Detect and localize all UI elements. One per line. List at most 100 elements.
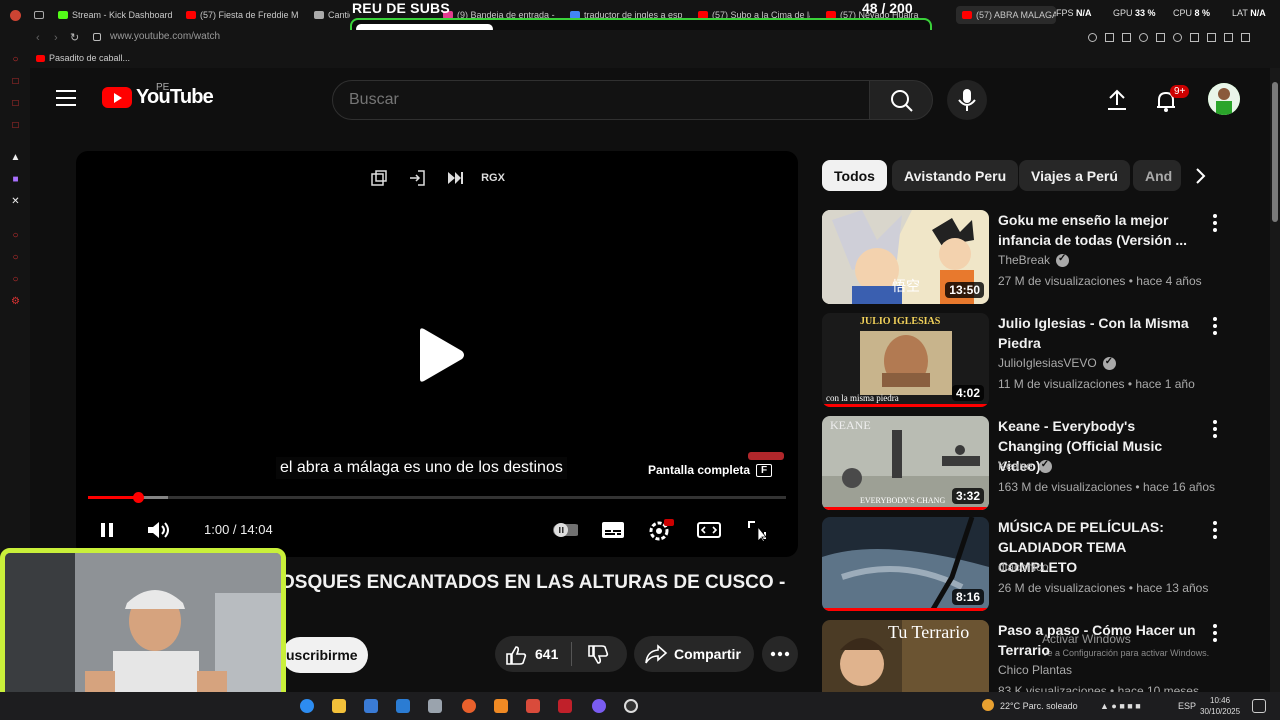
like-button[interactable] bbox=[505, 644, 527, 669]
avatar[interactable] bbox=[1208, 83, 1240, 115]
upload-button[interactable] bbox=[1104, 87, 1130, 113]
recommendation-item[interactable]: 8:16 MÚSICA DE PELÍCULAS: GLADIADOR TEMA… bbox=[822, 517, 1232, 613]
theater-mode-button[interactable] bbox=[696, 517, 722, 543]
pin-icon[interactable] bbox=[1105, 33, 1114, 42]
opera-icon[interactable] bbox=[558, 699, 572, 713]
recommendation-thumbnail[interactable]: KEANE EVERYBODY'S CHANG 3:32 bbox=[822, 416, 989, 510]
forward-icon[interactable]: › bbox=[54, 32, 58, 44]
chip-and[interactable]: And bbox=[1133, 160, 1181, 191]
settings-icon[interactable] bbox=[1241, 33, 1250, 42]
more-vert-icon[interactable] bbox=[1212, 521, 1218, 539]
play-icon[interactable] bbox=[1139, 33, 1148, 42]
wallet-icon[interactable] bbox=[1207, 33, 1216, 42]
recommendation-channel[interactable]: JulioIglesiasVEVO bbox=[998, 356, 1116, 370]
send-icon[interactable] bbox=[1156, 33, 1165, 42]
history-icon[interactable]: ○ bbox=[10, 252, 21, 263]
chip-avistando-peru[interactable]: Avistando Peru bbox=[892, 160, 1019, 191]
more-vert-icon[interactable] bbox=[1212, 317, 1218, 335]
recommendation-thumbnail[interactable]: Tu Terrario bbox=[822, 620, 989, 692]
enter-icon[interactable] bbox=[404, 165, 430, 191]
browser-menu-icon[interactable] bbox=[10, 7, 21, 23]
more-actions-button[interactable] bbox=[762, 636, 798, 672]
voice-search-button[interactable] bbox=[947, 80, 987, 120]
recommendation-thumbnail[interactable]: JULIO IGLESIAS con la misma piedra 4:02 bbox=[822, 313, 989, 407]
subtitles-button[interactable] bbox=[600, 517, 626, 543]
player-icon[interactable]: ○ bbox=[10, 230, 21, 241]
pause-button[interactable] bbox=[94, 517, 120, 543]
recommendation-thumbnail[interactable]: 悟空 13:50 bbox=[822, 210, 989, 304]
share-button[interactable]: Compartir bbox=[634, 636, 754, 672]
kick-sidebar-icon[interactable]: ▲ bbox=[10, 152, 21, 163]
app-icon[interactable] bbox=[428, 699, 442, 713]
chip-viajes-peru[interactable]: Viajes a Perú bbox=[1019, 160, 1130, 191]
recommendation-title[interactable]: Julio Iglesias - Con la Misma Piedra bbox=[998, 313, 1203, 353]
tray-icons[interactable]: ▲ ● ■ ■ ■ bbox=[1100, 701, 1141, 711]
subscribe-button[interactable]: uscribirme bbox=[282, 637, 368, 673]
outlook-icon[interactable] bbox=[396, 699, 410, 713]
url-field[interactable]: www.youtube.com/watch bbox=[110, 31, 220, 42]
page-scrollbar[interactable] bbox=[1270, 68, 1280, 692]
scrollbar-thumb[interactable] bbox=[1272, 82, 1278, 222]
menu-icon[interactable] bbox=[56, 90, 76, 106]
autoplay-toggle[interactable] bbox=[552, 517, 578, 543]
skip-next-icon[interactable] bbox=[442, 165, 468, 191]
tab-list-icon[interactable] bbox=[34, 7, 44, 23]
twitch-icon[interactable]: ■ bbox=[10, 174, 21, 185]
language-indicator[interactable]: ESP bbox=[1178, 701, 1196, 711]
pinned-site-icon[interactable]: ○ bbox=[10, 54, 21, 65]
discord-icon[interactable] bbox=[592, 699, 606, 713]
edge-icon[interactable] bbox=[300, 699, 314, 713]
volume-button[interactable] bbox=[146, 517, 172, 543]
folder-icon[interactable] bbox=[332, 699, 346, 713]
search-input[interactable] bbox=[349, 91, 849, 109]
download-icon[interactable] bbox=[1224, 33, 1233, 42]
chips-next-button[interactable] bbox=[1188, 164, 1212, 188]
recommendation-channel[interactable]: TheBreak bbox=[998, 253, 1070, 267]
recommendation-channel[interactable]: Keane bbox=[998, 459, 1052, 473]
fullscreen-button[interactable] bbox=[744, 517, 770, 543]
zoom-icon[interactable] bbox=[1088, 33, 1097, 42]
popout-icon[interactable] bbox=[366, 165, 392, 191]
recommendation-title[interactable]: Goku me enseño la mejor infancia de toda… bbox=[998, 210, 1203, 250]
recommendation-item[interactable]: KEANE EVERYBODY'S CHANG 3:32 Keane - Eve… bbox=[822, 416, 1232, 512]
recommendation-channel[interactable]: Chico Plantas bbox=[998, 663, 1072, 677]
firefox-icon[interactable] bbox=[462, 699, 476, 713]
tab-abra-malaga[interactable]: (57) ABRA MALAGA bbox=[956, 6, 1056, 24]
recommendation-channel[interactable]: diaconico bbox=[998, 560, 1049, 574]
reload-icon[interactable]: ↻ bbox=[70, 31, 79, 44]
recommendation-item[interactable]: 悟空 13:50 Goku me enseño la mejor infanci… bbox=[822, 210, 1232, 306]
progress-bar[interactable] bbox=[88, 492, 786, 503]
whatsapp-icon[interactable]: □ bbox=[10, 98, 21, 109]
x-icon[interactable]: ✕ bbox=[10, 196, 21, 207]
settings-button[interactable] bbox=[648, 517, 674, 543]
recommendation-thumbnail[interactable]: 8:16 bbox=[822, 517, 989, 611]
search-button[interactable] bbox=[869, 80, 933, 120]
chip-todos[interactable]: Todos bbox=[822, 160, 887, 191]
instagram-icon[interactable]: □ bbox=[10, 120, 21, 131]
store-icon[interactable] bbox=[364, 699, 378, 713]
bookmark-pasadito[interactable]: Pasadito de caball... bbox=[36, 53, 130, 63]
messenger-icon[interactable]: □ bbox=[10, 76, 21, 87]
more-vert-icon[interactable] bbox=[1212, 624, 1218, 642]
screenshot-icon[interactable] bbox=[1122, 33, 1131, 42]
tab-cantidad-permitida[interactable]: Cantidad permitida man bbox=[314, 7, 350, 23]
big-play-icon[interactable] bbox=[414, 327, 466, 383]
back-icon[interactable]: ‹ bbox=[36, 32, 40, 44]
video-player[interactable]: RGX el abra a málaga es uno de los desti… bbox=[76, 151, 798, 557]
extensions-icon[interactable] bbox=[1190, 33, 1199, 42]
heart-icon[interactable] bbox=[1173, 33, 1182, 42]
notifications-center-icon[interactable] bbox=[1252, 699, 1266, 713]
sidebar-settings-icon[interactable]: ⚙ bbox=[10, 296, 21, 307]
app-icon[interactable] bbox=[526, 699, 540, 713]
dislike-button[interactable] bbox=[587, 644, 609, 669]
tab-kick-dashboard[interactable]: Stream - Kick Dashboard bbox=[58, 7, 178, 23]
obs-icon[interactable] bbox=[624, 699, 638, 713]
more-vert-icon[interactable] bbox=[1212, 420, 1218, 438]
more-vert-icon[interactable] bbox=[1212, 214, 1218, 232]
weather-text[interactable]: 22°C Parc. soleado bbox=[1000, 701, 1078, 711]
rgx-button[interactable]: RGX bbox=[480, 165, 506, 191]
recommendation-item[interactable]: JULIO IGLESIAS con la misma piedra 4:02 … bbox=[822, 313, 1232, 409]
vlc-icon[interactable] bbox=[494, 699, 508, 713]
taskbar-clock[interactable]: 10:46 30/10/2025 bbox=[1200, 695, 1240, 717]
tab-fiesta-freddie[interactable]: (57) Fiesta de Freddie Me bbox=[186, 7, 298, 23]
